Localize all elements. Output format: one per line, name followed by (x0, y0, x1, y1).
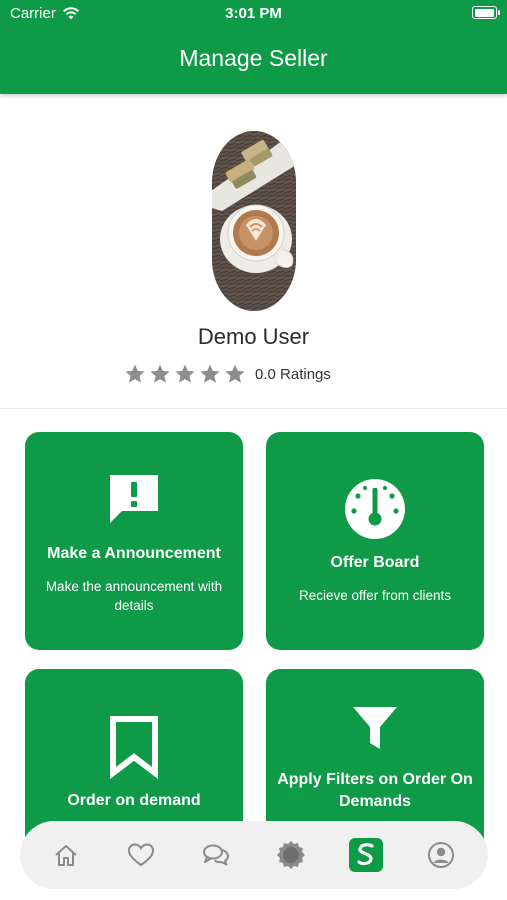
star-icon (200, 364, 220, 383)
bottom-tab-bar (20, 821, 488, 889)
announcement-description: Make the announcement with details (45, 579, 223, 613)
page-title: Manage Seller (179, 45, 328, 71)
battery-icon (472, 6, 500, 19)
offer-board-card[interactable]: Offer Board Recieve offer from clients (266, 432, 484, 650)
star-icon (225, 364, 245, 383)
tab-profile[interactable] (424, 838, 458, 872)
profile-section: Demo User 0.0 Ratings (0, 94, 507, 409)
star-icon (150, 364, 170, 383)
user-name: Demo User (197, 324, 310, 349)
avatar[interactable] (212, 131, 296, 311)
filter-icon (353, 707, 397, 749)
status-bar: Carrier 3:01 PM (0, 0, 507, 30)
tab-seller[interactable] (349, 838, 383, 872)
seller-icon (357, 843, 374, 866)
battery-fill (474, 8, 494, 17)
announcement-icon (110, 475, 158, 523)
badge-icon (277, 841, 305, 869)
heart-icon (127, 843, 155, 867)
star-icon (125, 364, 145, 383)
tab-badge[interactable] (274, 838, 308, 872)
chat-icon (203, 844, 229, 866)
order-on-demand-title: Order on demand (67, 792, 201, 809)
coffee-photo (212, 131, 296, 311)
apply-filters-title: Apply Filters on Order On Demands (277, 771, 473, 810)
tab-favorites[interactable] (124, 838, 158, 872)
gauge-icon (345, 479, 405, 539)
offer-board-title: Offer Board (330, 554, 420, 571)
app-header: Carrier 3:01 PM Manage Seller (0, 0, 507, 94)
star-icon (175, 364, 195, 383)
announcement-card[interactable]: Make a Announcement Make the announcemen… (25, 432, 243, 650)
rating-row: 0.0 Ratings (124, 363, 331, 385)
announcement-title: Make a Announcement (47, 545, 221, 562)
home-icon (55, 845, 77, 866)
tab-messages[interactable] (199, 838, 233, 872)
offer-board-description: Recieve offer from clients (298, 588, 452, 603)
bookmark-icon (110, 716, 158, 779)
rating-text: 0.0 Ratings (255, 365, 331, 383)
tab-home[interactable] (49, 838, 83, 872)
profile-icon (428, 842, 454, 868)
status-time: 3:01 PM (225, 5, 282, 22)
